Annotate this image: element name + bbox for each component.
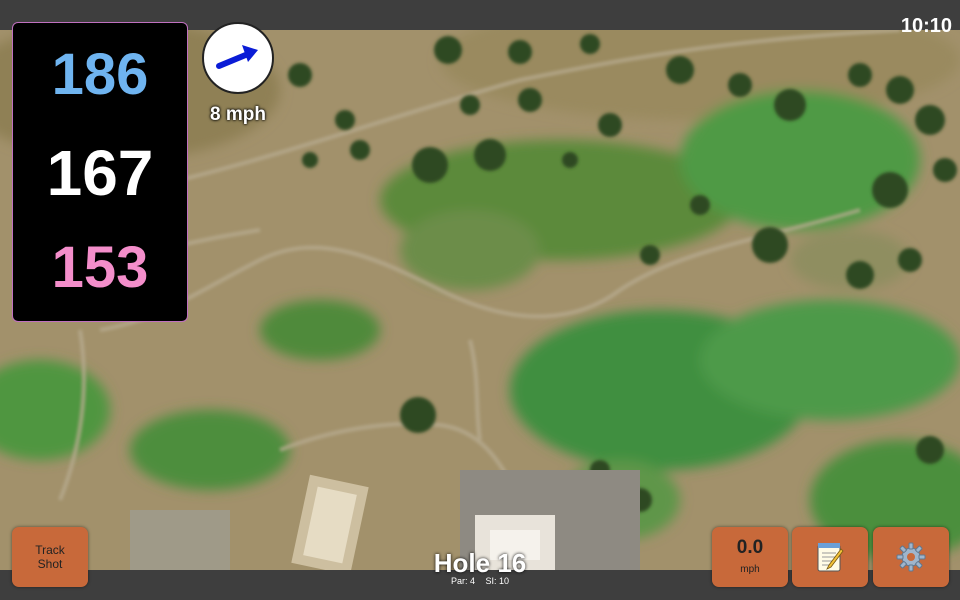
gear-icon (896, 542, 926, 572)
track-shot-label-line1: Track (35, 543, 65, 557)
hole-stroke-index: SI: 10 (485, 576, 510, 586)
yardage-panel: 186 167 153 (12, 22, 188, 322)
notepad-icon (817, 543, 844, 572)
hole-meta: Par: 4 SI: 10 (380, 576, 580, 586)
back-yardage: 186 (51, 42, 149, 107)
track-shot-label-line2: Shot (37, 557, 63, 571)
speed-value: 0.0 (736, 537, 764, 558)
speed-button[interactable]: 0.0 mph (712, 527, 788, 587)
wind-arrow-icon (216, 45, 258, 69)
front-yardage: 153 (51, 235, 149, 300)
scorecard-notes-button[interactable] (792, 527, 868, 587)
middle-yardage: 167 (46, 137, 154, 209)
track-shot-button[interactable]: Track Shot (12, 527, 88, 587)
speed-unit: mph (740, 564, 760, 575)
hole-title: Hole 16 (433, 548, 527, 578)
clock: 10:10 (900, 15, 952, 37)
settings-button[interactable] (873, 527, 949, 587)
wind-compass (202, 22, 274, 94)
hole-par: Par: 4 (450, 576, 475, 586)
wind-speed: 8 mph (210, 104, 266, 125)
